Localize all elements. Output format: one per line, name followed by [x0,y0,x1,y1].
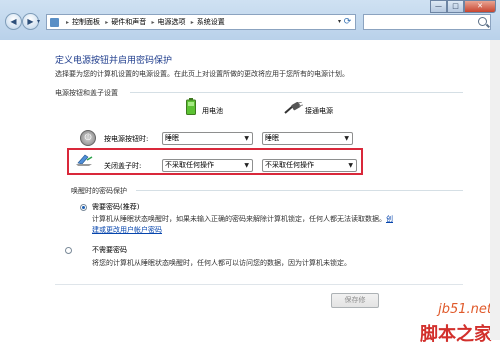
breadcrumb-item-power-options[interactable]: 电源选项 [158,18,186,26]
column-label-plugged-in: 接通电源 [305,107,333,115]
no-password-label[interactable]: 不需要密码 [92,245,127,255]
scrollbar[interactable] [490,40,500,340]
power-button-icon: ⏻ [80,130,96,146]
minimize-button[interactable]: — [430,0,447,13]
power-button-battery-select[interactable]: 睡眠 ▼ [162,132,253,145]
control-panel-icon [50,18,59,27]
change-password-link[interactable]: 创 [386,215,393,223]
recent-pages-dropdown[interactable]: ▾ [37,18,40,25]
chevron-down-icon: ▼ [344,135,349,142]
window-controls: — □ ✕ [430,0,496,14]
title-bar: ◀ ▶ ▾ ▸ 控制面板 ▸ 硬件和声音 ▸ 电源选项 ▸ 系统设置 ▾ ⟳ — □ ✕ [0,0,500,40]
watermark-logo-text: 脚本之家 [420,324,492,345]
main-content: 定义电源按钮并启用密码保护 选择要为您的计算机设置的电源设置。在此页上对设置所做… [0,40,500,345]
back-button[interactable]: ◀ [5,13,22,30]
change-password-link[interactable]: 建或更改用户帐户密码 [92,226,162,234]
chevron-down-icon: ▼ [244,135,249,142]
breadcrumb-item-hardware-sound[interactable]: 硬件和声音 [111,18,146,26]
no-password-radio[interactable] [65,247,72,254]
divider [130,92,463,93]
change-password-link-line2: 建或更改用户帐户密码 [92,225,162,235]
forward-arrow-icon: ▶ [27,17,34,26]
breadcrumb-separator: ▸ [66,19,70,26]
save-changes-button[interactable]: 保存修 [331,293,379,308]
breadcrumb-separator: ▸ [105,19,109,26]
require-password-label[interactable]: 需要密码(推荐) [92,202,139,212]
power-button-plugged-select[interactable]: 睡眠 ▼ [262,132,353,145]
divider [136,190,463,191]
power-plug-icon [284,102,303,114]
battery-icon [186,98,196,115]
page-description: 选择要为您的计算机设置的电源设置。在此页上对设置所做的更改将应用于您所有的电源计… [55,70,349,78]
power-button-row-label: 按电源按钮时: [104,135,149,143]
close-lid-row-label: 关闭盖子时: [104,162,142,170]
breadcrumb: ▸ 控制面板 ▸ 硬件和声音 ▸ 电源选项 ▸ 系统设置 [63,17,225,28]
search-input[interactable] [363,14,491,30]
require-password-desc-text: 计算机从睡眠状态唤醒时，如果未输入正确的密码来解除计算机锁定，任何人都无法读取数… [92,215,386,223]
select-value: 睡眠 [165,134,179,142]
maximize-button[interactable]: □ [447,0,464,13]
require-password-description: 计算机从睡眠状态唤醒时，如果未输入正确的密码来解除计算机锁定，任何人都无法读取数… [92,214,393,224]
back-arrow-icon: ◀ [10,17,17,26]
search-icon[interactable] [478,17,487,26]
no-password-description: 将您的计算机从睡眠状态唤醒时，任何人都可以访问您的数据，因为计算机未锁定。 [92,259,351,267]
breadcrumb-item-control-panel[interactable]: 控制面板 [72,18,100,26]
refresh-icon[interactable]: ⟳ [342,16,353,28]
address-dropdown-icon[interactable]: ▾ [338,18,341,25]
chevron-down-icon: ▼ [244,162,249,169]
address-bar[interactable]: ▸ 控制面板 ▸ 硬件和声音 ▸ 电源选项 ▸ 系统设置 ▾ ⟳ [46,14,356,30]
select-value: 不采取任何操作 [165,161,214,169]
chevron-down-icon: ▼ [348,162,353,169]
select-value: 不采取任何操作 [265,161,314,169]
breadcrumb-separator: ▸ [151,19,155,26]
page-title: 定义电源按钮并启用密码保护 [55,56,173,66]
select-value: 睡眠 [265,134,279,142]
breadcrumb-item-system-settings[interactable]: 系统设置 [197,18,225,26]
power-section-title: 电源按钮和盖子设置 [55,89,118,97]
close-lid-plugged-select[interactable]: 不采取任何操作 ▼ [262,159,357,172]
divider [55,284,463,285]
password-section-title: 唤醒时的密码保护 [71,187,127,195]
laptop-lid-icon [76,154,93,166]
close-lid-battery-select[interactable]: 不采取任何操作 ▼ [162,159,253,172]
watermark-url: jb51.net [438,302,492,317]
close-button[interactable]: ✕ [464,0,496,13]
require-password-radio[interactable] [80,204,87,211]
column-label-battery: 用电池 [202,107,223,115]
breadcrumb-separator: ▸ [190,19,194,26]
